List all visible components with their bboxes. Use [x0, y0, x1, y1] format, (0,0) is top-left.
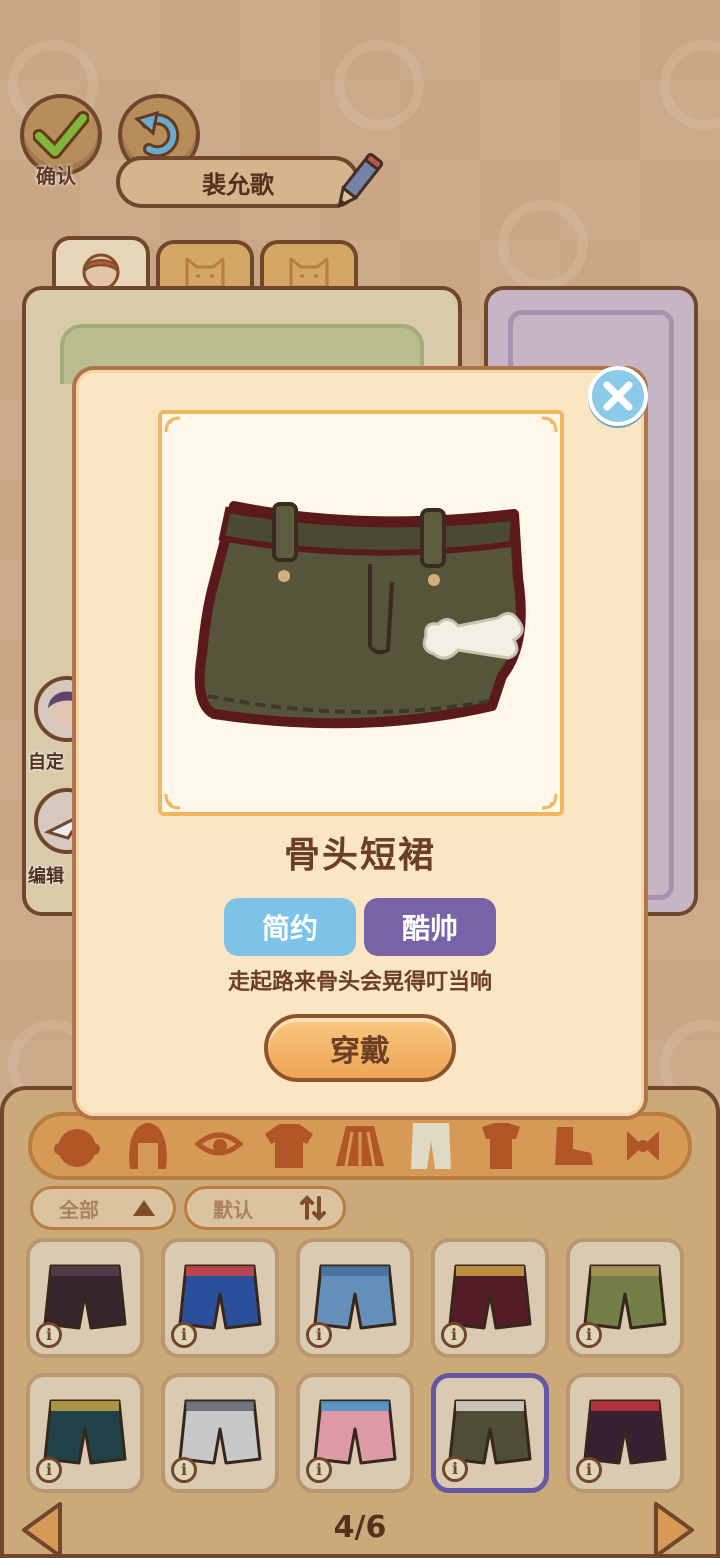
info-icon[interactable]: i: [36, 1322, 62, 1348]
category-filter-dropdown[interactable]: 全部: [30, 1186, 176, 1230]
triangle-up-icon: [133, 1200, 155, 1216]
wardrobe-item[interactable]: i: [161, 1373, 279, 1493]
next-page-arrow-icon[interactable]: [650, 1500, 696, 1558]
info-icon[interactable]: i: [306, 1457, 332, 1483]
eye-icon[interactable]: [191, 1119, 247, 1173]
hair-icon[interactable]: [120, 1119, 176, 1173]
edit-label: 编辑: [28, 866, 64, 887]
wear-button[interactable]: 穿戴: [264, 1014, 456, 1082]
shoes-icon[interactable]: [544, 1119, 600, 1173]
character-name-field[interactable]: 裴允歌: [116, 156, 360, 208]
sort-arrows-icon: [300, 1195, 326, 1221]
background-sun: [334, 40, 424, 130]
wardrobe-item[interactable]: i: [26, 1238, 144, 1358]
info-icon[interactable]: i: [171, 1457, 197, 1483]
undo-icon: [133, 110, 180, 158]
info-icon[interactable]: i: [306, 1322, 332, 1348]
item-preview-frame: [158, 410, 564, 816]
suit-icon[interactable]: [473, 1119, 529, 1173]
category-filter-label: 全部: [59, 1197, 99, 1222]
wardrobe-item[interactable]: i: [431, 1238, 549, 1358]
confirm-label: 确认: [36, 164, 76, 188]
category-bar: [28, 1112, 692, 1180]
close-icon: [603, 381, 633, 411]
checkmark-icon: [33, 111, 89, 159]
info-icon[interactable]: i: [441, 1322, 467, 1348]
wardrobe-item[interactable]: i: [296, 1373, 414, 1493]
pants-icon[interactable]: [403, 1119, 459, 1173]
tag-cool: 酷帅: [364, 898, 496, 956]
page-indicator: 4/6: [333, 1510, 387, 1545]
info-icon[interactable]: i: [576, 1457, 602, 1483]
sort-label: 默认: [213, 1197, 253, 1222]
corner-ornament-icon: [541, 416, 558, 433]
pencil-icon[interactable]: [330, 150, 386, 214]
wardrobe-item[interactable]: i: [296, 1238, 414, 1358]
background-sun: [498, 200, 588, 290]
prev-page-arrow-icon[interactable]: [20, 1500, 66, 1558]
item-description: 走起路来骨头会晃得叮当响: [227, 970, 492, 995]
wardrobe-item[interactable]: i: [566, 1238, 684, 1358]
bow-icon[interactable]: [615, 1119, 671, 1173]
corner-ornament-icon: [164, 416, 181, 433]
info-icon[interactable]: i: [36, 1457, 62, 1483]
top-icon[interactable]: [261, 1119, 317, 1173]
custom-label: 自定: [28, 752, 64, 773]
face-icon[interactable]: [49, 1119, 105, 1173]
wardrobe-item[interactable]: i: [431, 1373, 549, 1493]
tag-simple: 简约: [224, 898, 356, 956]
wardrobe-item[interactable]: i: [161, 1238, 279, 1358]
corner-ornament-icon: [164, 793, 181, 810]
skirt-icon[interactable]: [332, 1119, 388, 1173]
item-title: 骨头短裙: [283, 835, 436, 876]
cat-face-icon: [289, 257, 329, 289]
info-icon[interactable]: i: [171, 1322, 197, 1348]
close-button[interactable]: [588, 366, 648, 426]
wardrobe-item[interactable]: i: [566, 1373, 684, 1493]
corner-ornament-icon: [541, 793, 558, 810]
sort-dropdown[interactable]: 默认: [184, 1186, 346, 1230]
background-sun: [660, 40, 720, 130]
wardrobe-item[interactable]: i: [26, 1373, 144, 1493]
info-icon[interactable]: i: [576, 1322, 602, 1348]
bone-skirt-image: [194, 501, 526, 729]
info-icon[interactable]: i: [442, 1456, 468, 1482]
cat-face-icon: [185, 257, 225, 289]
